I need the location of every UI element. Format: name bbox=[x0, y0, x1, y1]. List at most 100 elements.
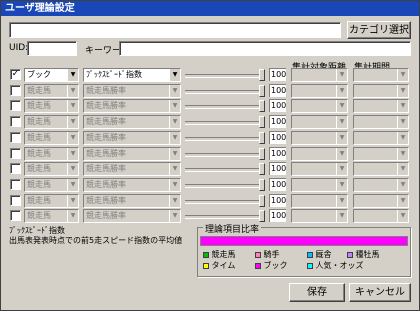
row-checkbox[interactable] bbox=[10, 179, 21, 190]
row-distance-combo[interactable]: ▼ bbox=[291, 194, 348, 208]
row-weight-slider[interactable] bbox=[185, 90, 259, 94]
row-checkbox[interactable] bbox=[10, 116, 21, 127]
row-item-combo[interactable]: 競走馬勝率 ▼ bbox=[83, 178, 181, 192]
legend-item: 人気・オッズ bbox=[307, 260, 364, 271]
row-checkbox[interactable] bbox=[10, 100, 21, 111]
row-item-combo[interactable]: 競走馬勝率 ▼ bbox=[83, 194, 181, 208]
chevron-down-icon: ▼ bbox=[336, 132, 347, 144]
row-category-combo[interactable]: 競走馬 ▼ bbox=[24, 209, 79, 223]
row-weight-value[interactable]: 100 bbox=[269, 194, 286, 207]
row-checkbox[interactable] bbox=[10, 210, 21, 221]
row-weight-slider[interactable] bbox=[185, 153, 259, 157]
row-period-combo[interactable]: ▼ bbox=[353, 178, 409, 192]
row-item-combo[interactable]: 競走馬勝率 ▼ bbox=[83, 99, 181, 113]
chevron-down-icon: ▼ bbox=[336, 85, 347, 97]
row-period-combo[interactable]: ▼ bbox=[353, 115, 409, 129]
row-checkbox[interactable] bbox=[10, 132, 21, 143]
row-weight-value[interactable]: 100 bbox=[269, 131, 286, 144]
legend-label: 騎手 bbox=[263, 250, 280, 259]
row-slider-thumb[interactable] bbox=[259, 116, 265, 128]
row-weight-slider[interactable] bbox=[185, 105, 259, 109]
row-weight-value[interactable]: 100 bbox=[269, 147, 286, 160]
row-checkbox[interactable] bbox=[10, 163, 21, 174]
row-period-combo[interactable]: ▼ bbox=[353, 147, 409, 161]
row-category-combo[interactable]: 競走馬 ▼ bbox=[24, 115, 79, 129]
row-period-combo[interactable]: ▼ bbox=[353, 68, 409, 82]
row-distance-combo[interactable]: ▼ bbox=[291, 147, 348, 161]
row-weight-slider[interactable] bbox=[185, 200, 259, 204]
row-distance-combo[interactable]: ▼ bbox=[291, 131, 348, 145]
row-distance-combo[interactable]: ▼ bbox=[291, 115, 348, 129]
chevron-down-icon: ▼ bbox=[67, 85, 78, 97]
row-item-combo[interactable]: 競走馬勝率 ▼ bbox=[83, 147, 181, 161]
row-item-combo[interactable]: 競走馬勝率 ▼ bbox=[83, 84, 181, 98]
row-period-combo[interactable]: ▼ bbox=[353, 84, 409, 98]
row-item-combo[interactable]: 競走馬勝率 ▼ bbox=[83, 209, 181, 223]
row-period-combo[interactable]: ▼ bbox=[353, 209, 409, 223]
row-slider-thumb[interactable] bbox=[259, 163, 265, 175]
row-distance-combo[interactable]: ▼ bbox=[291, 162, 348, 176]
row-weight-slider[interactable] bbox=[185, 215, 259, 219]
row-category-value: 競走馬 bbox=[27, 180, 51, 189]
row-item-combo[interactable]: ﾌﾞｯｸｽﾋﾟｰﾄﾞ指数 ▼ bbox=[83, 68, 181, 82]
row-checkbox[interactable] bbox=[10, 148, 21, 159]
row-category-combo[interactable]: 競走馬 ▼ bbox=[24, 131, 79, 145]
row-period-combo[interactable]: ▼ bbox=[353, 99, 409, 113]
row-weight-value[interactable]: 100 bbox=[269, 84, 286, 97]
legend-swatch bbox=[203, 251, 209, 258]
row-slider-thumb[interactable] bbox=[259, 132, 265, 144]
description-title: ﾌﾞｯｸｽﾋﾟｰﾄﾞ指数 bbox=[9, 226, 65, 235]
row-item-combo[interactable]: 競走馬勝率 ▼ bbox=[83, 162, 181, 176]
chevron-down-icon: ▼ bbox=[397, 69, 408, 81]
row-weight-value[interactable]: 100 bbox=[269, 162, 286, 175]
row-weight-slider[interactable] bbox=[185, 121, 259, 125]
row-category-value: 競走馬 bbox=[27, 149, 51, 158]
row-category-combo[interactable]: 競走馬 ▼ bbox=[24, 99, 79, 113]
row-weight-value[interactable]: 100 bbox=[269, 68, 286, 81]
row-category-combo[interactable]: 競走馬 ▼ bbox=[24, 162, 79, 176]
row-slider-thumb[interactable] bbox=[259, 100, 265, 112]
row-weight-slider[interactable] bbox=[185, 168, 259, 172]
legend-item: 厩舎 bbox=[307, 249, 332, 260]
row-weight-value[interactable]: 100 bbox=[269, 99, 286, 112]
row-weight-value[interactable]: 100 bbox=[269, 115, 286, 128]
row-category-combo[interactable]: 競走馬 ▼ bbox=[24, 84, 79, 98]
row-slider-thumb[interactable] bbox=[259, 69, 265, 81]
row-period-combo[interactable]: ▼ bbox=[353, 162, 409, 176]
row-category-combo[interactable]: 競走馬 ▼ bbox=[24, 194, 79, 208]
row-item-combo[interactable]: 競走馬勝率 ▼ bbox=[83, 115, 181, 129]
row-period-combo[interactable]: ▼ bbox=[353, 131, 409, 145]
save-button[interactable]: 保存 bbox=[289, 283, 345, 302]
row-category-combo[interactable]: 競走馬 ▼ bbox=[24, 178, 79, 192]
row-period-combo[interactable]: ▼ bbox=[353, 194, 409, 208]
row-slider-thumb[interactable] bbox=[259, 210, 265, 222]
row-checkbox[interactable] bbox=[10, 85, 21, 96]
legend-item: ブック bbox=[255, 260, 288, 271]
chevron-down-icon: ▼ bbox=[169, 179, 180, 191]
row-weight-slider[interactable] bbox=[185, 137, 259, 141]
row-distance-combo[interactable]: ▼ bbox=[291, 84, 348, 98]
row-slider-thumb[interactable] bbox=[259, 195, 265, 207]
row-weight-slider[interactable] bbox=[185, 184, 259, 188]
row-category-combo[interactable]: 競走馬 ▼ bbox=[24, 147, 79, 161]
row-distance-combo[interactable]: ▼ bbox=[291, 99, 348, 113]
row-slider-thumb[interactable] bbox=[259, 85, 265, 97]
cancel-button[interactable]: キャンセル bbox=[349, 283, 411, 302]
row-distance-combo[interactable]: ▼ bbox=[291, 178, 348, 192]
row-checkbox[interactable]: ✓ bbox=[10, 69, 21, 80]
row-weight-value[interactable]: 100 bbox=[269, 209, 286, 222]
chevron-down-icon: ▼ bbox=[336, 100, 347, 112]
row-slider-thumb[interactable] bbox=[259, 148, 265, 160]
row-distance-combo[interactable]: ▼ bbox=[291, 209, 348, 223]
row-distance-combo[interactable]: ▼ bbox=[291, 68, 348, 82]
row-checkbox[interactable] bbox=[10, 195, 21, 206]
row-category-combo[interactable]: ブック ▼ bbox=[24, 68, 79, 82]
row-item-combo[interactable]: 競走馬勝率 ▼ bbox=[83, 131, 181, 145]
chevron-down-icon: ▼ bbox=[67, 179, 78, 191]
legend-label: タイム bbox=[211, 261, 236, 270]
row-weight-value[interactable]: 100 bbox=[269, 178, 286, 191]
ratio-legend: 競走馬 騎手 厩舎 種牡馬 タイム ブック 人気・オッズ bbox=[203, 249, 409, 275]
row-category-value: 競走馬 bbox=[27, 196, 51, 205]
row-slider-thumb[interactable] bbox=[259, 179, 265, 191]
row-weight-slider[interactable] bbox=[185, 74, 259, 78]
